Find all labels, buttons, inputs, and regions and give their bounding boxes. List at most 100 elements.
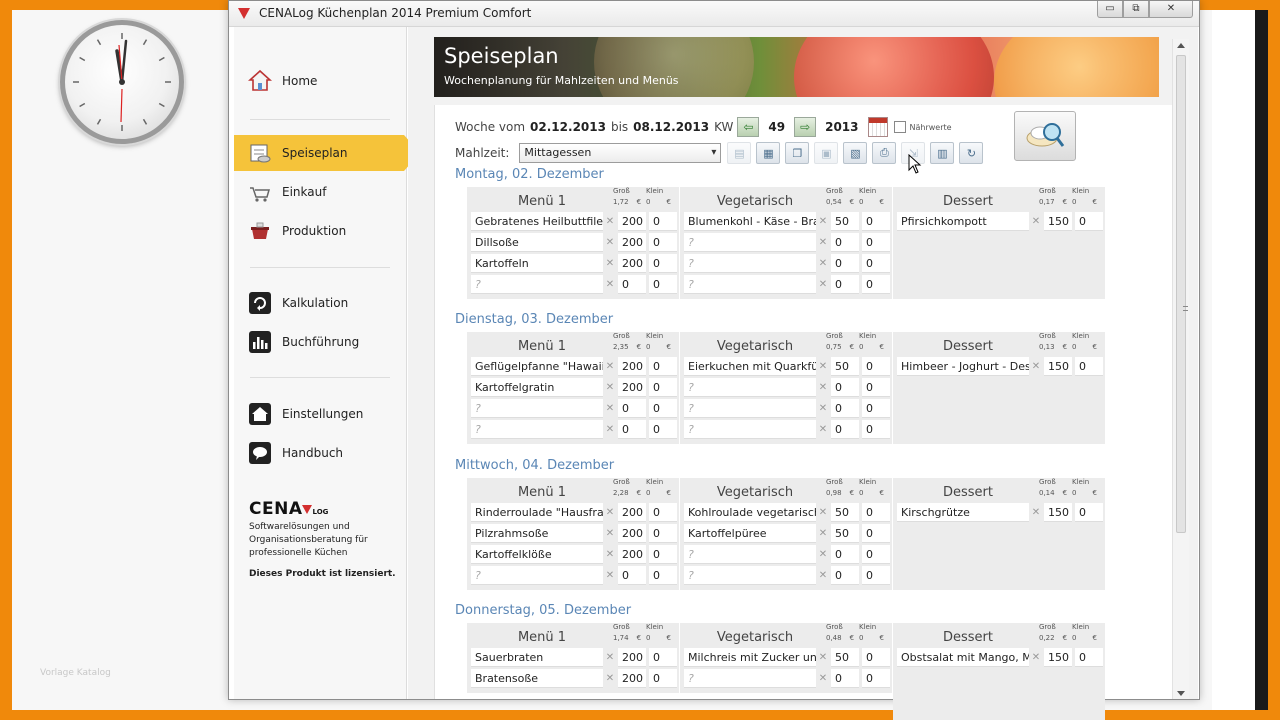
dish-name-field[interactable]: ?	[471, 420, 603, 439]
remove-dish-icon[interactable]: ✕	[816, 652, 830, 663]
remove-dish-icon[interactable]: ✕	[603, 237, 617, 248]
gross-quantity-field[interactable]: 50	[831, 648, 859, 667]
dish-name-field[interactable]: Rinderroulade "Hausfrauenart"	[471, 503, 603, 522]
calendar-button[interactable]	[867, 117, 888, 137]
gross-quantity-field[interactable]: 50	[831, 212, 859, 231]
dish-name-field[interactable]: Kartoffelpüree	[684, 524, 816, 543]
dish-name-field[interactable]: ?	[684, 275, 816, 294]
dish-name-field[interactable]: Kartoffeln	[471, 254, 603, 273]
meal-select[interactable]: Mittagessen	[519, 143, 722, 163]
remove-dish-icon[interactable]: ✕	[1029, 361, 1043, 372]
klein-quantity-field[interactable]: 0	[862, 669, 890, 688]
remove-dish-icon[interactable]: ✕	[603, 258, 617, 269]
next-week-button[interactable]: ⇨	[794, 117, 817, 137]
print-button[interactable]: ⎙	[872, 142, 897, 164]
gross-quantity-field[interactable]: 0	[618, 275, 646, 294]
klein-quantity-field[interactable]: 0	[862, 545, 890, 564]
dish-name-field[interactable]: ?	[684, 378, 816, 397]
dish-name-field[interactable]: Kartoffelklöße	[471, 545, 603, 564]
sidebar-item-einkauf[interactable]: Einkauf	[234, 174, 407, 210]
dish-name-field[interactable]: Eierkuchen mit Quarkfüllung	[684, 357, 816, 376]
template-button[interactable]: ▧	[843, 142, 868, 164]
scroll-up-icon[interactable]	[1177, 43, 1185, 48]
remove-dish-icon[interactable]: ✕	[603, 549, 617, 560]
scroll-down-icon[interactable]	[1177, 691, 1185, 696]
klein-quantity-field[interactable]: 0	[862, 254, 890, 273]
klein-quantity-field[interactable]: 0	[862, 233, 890, 252]
remove-dish-icon[interactable]: ✕	[816, 403, 830, 414]
dish-name-field[interactable]: Kartoffelgratin	[471, 378, 603, 397]
remove-dish-icon[interactable]: ✕	[816, 382, 830, 393]
gross-quantity-field[interactable]: 200	[618, 503, 646, 522]
remove-dish-icon[interactable]: ✕	[603, 361, 617, 372]
calculator-button[interactable]: ▦	[756, 142, 781, 164]
klein-quantity-field[interactable]: 0	[1075, 648, 1103, 667]
gross-quantity-field[interactable]: 0	[831, 545, 859, 564]
remove-dish-icon[interactable]: ✕	[603, 673, 617, 684]
week-from-date[interactable]: 02.12.2013	[530, 120, 606, 134]
remove-dish-icon[interactable]: ✕	[816, 216, 830, 227]
gross-quantity-field[interactable]: 50	[831, 503, 859, 522]
klein-quantity-field[interactable]: 0	[649, 357, 677, 376]
klein-quantity-field[interactable]: 0	[649, 566, 677, 585]
remove-dish-icon[interactable]: ✕	[816, 279, 830, 290]
klein-quantity-field[interactable]: 0	[649, 545, 677, 564]
dish-name-field[interactable]: Himbeer - Joghurt - Dessert	[897, 357, 1029, 376]
dish-name-field[interactable]: Sauerbraten	[471, 648, 603, 667]
gross-quantity-field[interactable]: 0	[831, 420, 859, 439]
week-to-date[interactable]: 08.12.2013	[633, 120, 709, 134]
remove-dish-icon[interactable]: ✕	[816, 258, 830, 269]
gross-quantity-field[interactable]: 50	[831, 524, 859, 543]
sidebar-item-kalkulation[interactable]: Kalkulation	[234, 285, 407, 321]
klein-quantity-field[interactable]: 0	[862, 399, 890, 418]
klein-quantity-field[interactable]: 0	[862, 378, 890, 397]
gross-quantity-field[interactable]: 0	[618, 420, 646, 439]
remove-dish-icon[interactable]: ✕	[603, 652, 617, 663]
gross-quantity-field[interactable]: 0	[618, 399, 646, 418]
dish-name-field[interactable]: ?	[684, 399, 816, 418]
remove-dish-icon[interactable]: ✕	[816, 549, 830, 560]
klein-quantity-field[interactable]: 0	[862, 357, 890, 376]
gross-quantity-field[interactable]: 0	[831, 669, 859, 688]
gross-quantity-field[interactable]: 200	[618, 524, 646, 543]
dish-name-field[interactable]: ?	[684, 545, 816, 564]
sidebar-item-produktion[interactable]: Produktion	[234, 213, 407, 249]
gross-quantity-field[interactable]: 200	[618, 669, 646, 688]
dish-name-field[interactable]: ?	[684, 254, 816, 273]
dish-name-field[interactable]: ?	[471, 399, 603, 418]
gross-quantity-field[interactable]: 200	[618, 648, 646, 667]
scroll-thumb[interactable]	[1176, 55, 1188, 533]
gross-quantity-field[interactable]: 0	[831, 566, 859, 585]
remove-dish-icon[interactable]: ✕	[603, 382, 617, 393]
gross-quantity-field[interactable]: 200	[618, 254, 646, 273]
dish-name-field[interactable]: Kohlroulade vegetarisch	[684, 503, 816, 522]
gross-quantity-field[interactable]: 200	[618, 212, 646, 231]
refresh-button[interactable]: ↻	[959, 142, 984, 164]
klein-quantity-field[interactable]: 0	[862, 524, 890, 543]
klein-quantity-field[interactable]: 0	[649, 399, 677, 418]
sidebar-item-buchfuehrung[interactable]: Buchführung	[234, 324, 407, 360]
klein-quantity-field[interactable]: 0	[862, 648, 890, 667]
remove-dish-icon[interactable]: ✕	[603, 424, 617, 435]
dish-name-field[interactable]: Kirschgrütze	[897, 503, 1029, 522]
minimize-button[interactable]: ▭	[1097, 1, 1123, 18]
remove-dish-icon[interactable]: ✕	[816, 673, 830, 684]
remove-dish-icon[interactable]: ✕	[1029, 652, 1043, 663]
dish-name-field[interactable]: Dillsoße	[471, 233, 603, 252]
klein-quantity-field[interactable]: 0	[649, 233, 677, 252]
klein-quantity-field[interactable]: 0	[649, 669, 677, 688]
klein-quantity-field[interactable]: 0	[862, 420, 890, 439]
remove-dish-icon[interactable]: ✕	[603, 528, 617, 539]
remove-dish-icon[interactable]: ✕	[603, 403, 617, 414]
remove-dish-icon[interactable]: ✕	[603, 279, 617, 290]
klein-quantity-field[interactable]: 0	[862, 275, 890, 294]
gross-quantity-field[interactable]: 50	[831, 357, 859, 376]
klein-quantity-field[interactable]: 0	[1075, 503, 1103, 522]
klein-quantity-field[interactable]: 0	[649, 503, 677, 522]
gross-quantity-field[interactable]: 0	[831, 378, 859, 397]
title-bar[interactable]: CENALog Küchenplan 2014 Premium Comfort …	[229, 1, 1199, 27]
gross-quantity-field[interactable]: 0	[831, 233, 859, 252]
gross-quantity-field[interactable]: 200	[618, 357, 646, 376]
gross-quantity-field[interactable]: 150	[1044, 357, 1072, 376]
klein-quantity-field[interactable]: 0	[862, 503, 890, 522]
